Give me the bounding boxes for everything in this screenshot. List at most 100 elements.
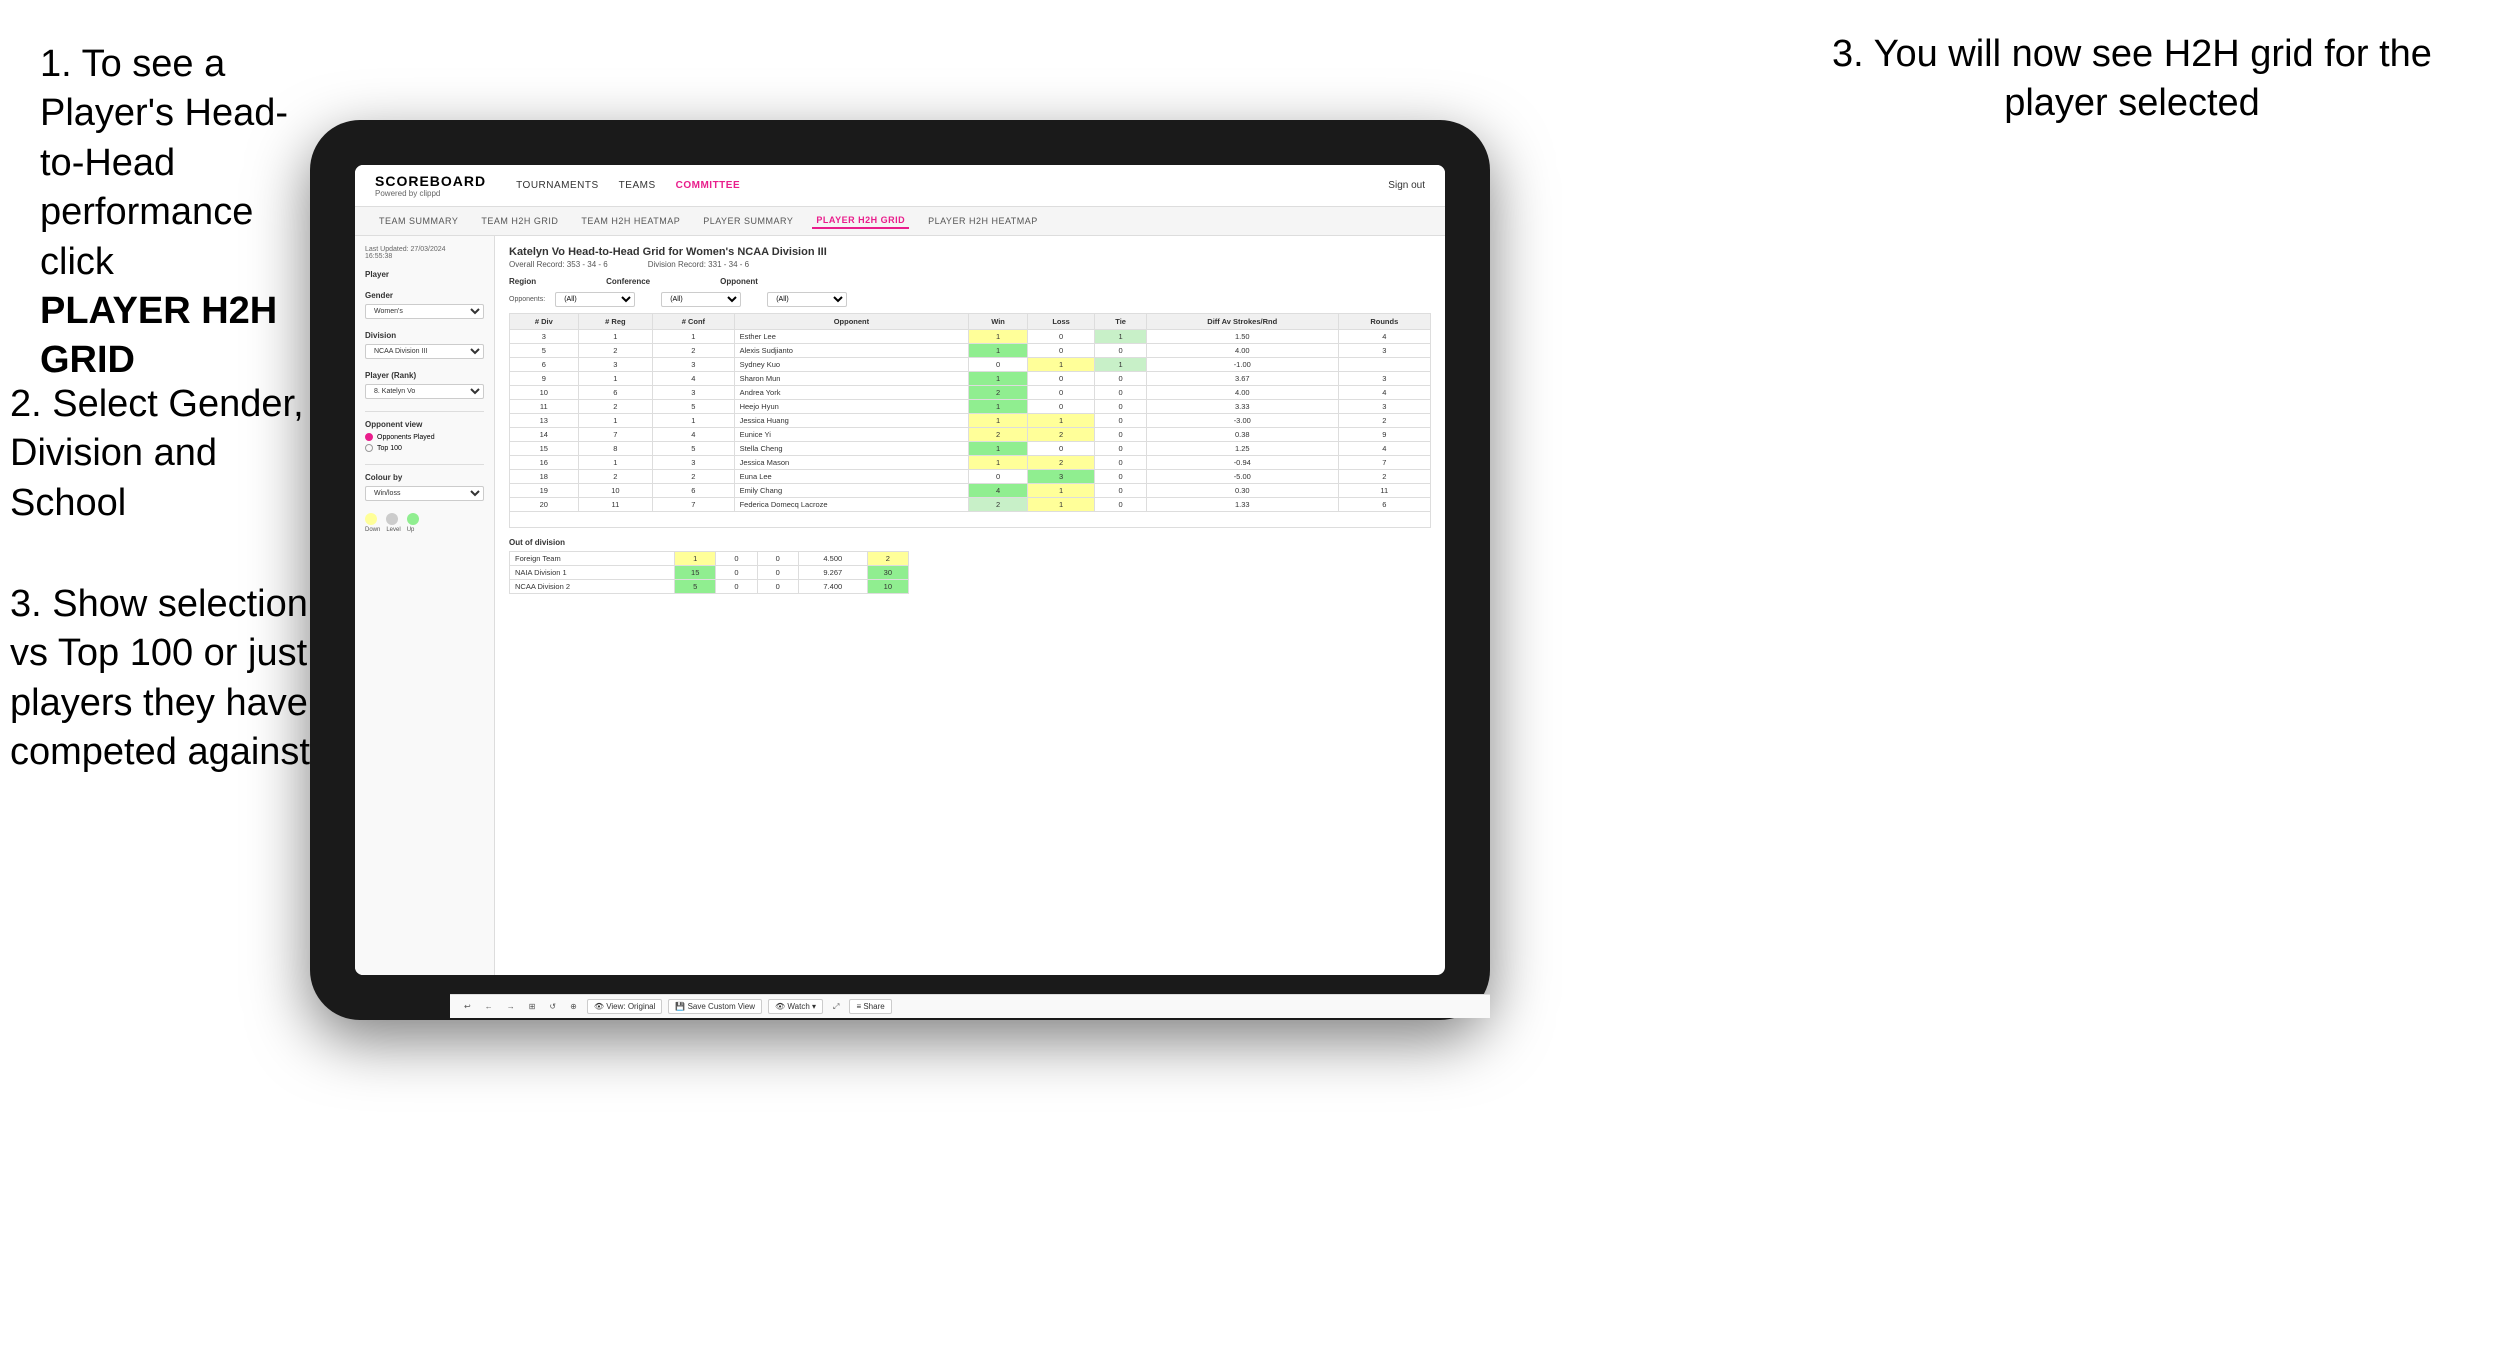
opponent-label: Opponent (720, 277, 758, 286)
instruction-step3-bottom: 3. Show selection vs Top 100 or just pla… (10, 580, 330, 778)
opponents-select-conference[interactable]: (All) (661, 292, 741, 307)
opponents-select-region[interactable]: (All) (555, 292, 635, 307)
table-row: 1822 Euna Lee 030 -5.002 (510, 470, 1431, 484)
legend-level: Level (386, 513, 400, 533)
out-of-division-table: Foreign Team 1 0 0 4.500 2 NAIA Division… (509, 551, 909, 594)
table-row: Foreign Team 1 0 0 4.500 2 (510, 552, 909, 566)
tablet-device: SCOREBOARD Powered by clippd TOURNAMENTS… (310, 120, 1490, 1020)
grid-subtitle: Overall Record: 353 - 34 - 6 Division Re… (509, 260, 1431, 269)
col-loss: Loss (1027, 314, 1095, 330)
opponents-select-opponent[interactable]: (All) (767, 292, 847, 307)
table-row: 522 Alexis Sudjianto 100 4.003 (510, 344, 1431, 358)
table-row: NAIA Division 1 15 0 0 9.267 30 (510, 566, 909, 580)
table-row-empty (510, 512, 1431, 528)
nav-committee[interactable]: COMMITTEE (676, 180, 741, 191)
legend-label-up: Up (407, 527, 419, 533)
conference-filter-group: Conference (606, 277, 650, 288)
navbar: SCOREBOARD Powered by clippd TOURNAMENTS… (355, 165, 1445, 207)
nav-teams[interactable]: TEAMS (619, 180, 656, 191)
main-content: Last Updated: 27/03/2024 16:55:38 Player… (355, 236, 1445, 975)
legend-dot-level (386, 513, 398, 525)
instruction-step1: 1. To see a Player's Head-to-Head perfor… (40, 40, 320, 386)
cell-div: 3 (510, 330, 579, 344)
timestamp: Last Updated: 27/03/2024 16:55:38 (365, 246, 484, 260)
step1-bold: PLAYER H2H GRID (40, 290, 277, 381)
legend-dot-down (365, 513, 377, 525)
table-row: 1585 Stella Cheng 100 1.254 (510, 442, 1431, 456)
cell-rounds: 4 (1338, 330, 1430, 344)
table-row: 1474 Eunice Yi 220 0.389 (510, 428, 1431, 442)
cell-loss: 0 (1027, 330, 1095, 344)
division-label: Division (365, 331, 484, 340)
step3-bottom-text: 3. Show selection vs Top 100 or just pla… (10, 580, 330, 778)
region-label: Region (509, 277, 536, 286)
player-label: Player (365, 270, 484, 279)
step3-top-text: 3. You will now see H2H grid for the pla… (1832, 30, 2432, 129)
colour-by-select[interactable]: Win/loss (365, 486, 484, 501)
step1-text: 1. To see a Player's Head-to-Head perfor… (40, 40, 320, 386)
division-section: Division NCAA Division III (365, 331, 484, 359)
step2-text: 2. Select Gender, Division and School (10, 380, 320, 528)
grid-title: Katelyn Vo Head-to-Head Grid for Women's… (509, 246, 1431, 258)
logo-subtext: Powered by clippd (375, 189, 486, 198)
region-filter-group: Region (509, 277, 536, 288)
divider-2 (365, 464, 484, 465)
logo-text: SCOREBOARD (375, 173, 486, 189)
opponent-view-label: Opponent view (365, 420, 484, 429)
table-row: 1613 Jessica Mason 120 -0.947 (510, 456, 1431, 470)
right-content: Katelyn Vo Head-to-Head Grid for Women's… (495, 236, 1445, 975)
radio-label-opponents: Opponents Played (377, 434, 435, 441)
table-row: NCAA Division 2 5 0 0 7.400 10 (510, 580, 909, 594)
subnav-team-h2h-heatmap[interactable]: TEAM H2H HEATMAP (577, 214, 684, 228)
gender-section: Gender Women's (365, 291, 484, 319)
nav-right: Sign out (1388, 180, 1425, 191)
table-row: 19106 Emily Chang 410 0.3011 (510, 484, 1431, 498)
colour-by-section: Colour by Win/loss (365, 473, 484, 501)
overall-record: Overall Record: 353 - 34 - 6 (509, 260, 608, 269)
col-rounds: Rounds (1338, 314, 1430, 330)
table-row: 3 1 1 Esther Lee 1 0 1 1.50 4 (510, 330, 1431, 344)
logo: SCOREBOARD Powered by clippd (375, 173, 486, 198)
opponent-filter-group: Opponent (720, 277, 758, 288)
nav-sign-out[interactable]: Sign out (1388, 180, 1425, 191)
gender-select[interactable]: Women's (365, 304, 484, 319)
subnav-team-summary[interactable]: TEAM SUMMARY (375, 214, 462, 228)
subnav-player-h2h-grid[interactable]: PLAYER H2H GRID (812, 213, 909, 229)
legend-label-level: Level (386, 527, 400, 533)
player-rank-label: Player (Rank) (365, 371, 484, 380)
radio-opponents-played[interactable]: Opponents Played (365, 433, 484, 441)
conference-label: Conference (606, 277, 650, 286)
table-row: 914 Sharon Mun 100 3.673 (510, 372, 1431, 386)
cell-win: 1 (969, 330, 1028, 344)
opponents-label: Opponents: (509, 296, 545, 303)
opponent-view-section: Opponent view Opponents Played Top 100 (365, 420, 484, 452)
player-rank-select[interactable]: 8. Katelyn Vo (365, 384, 484, 399)
subnav: TEAM SUMMARY TEAM H2H GRID TEAM H2H HEAT… (355, 207, 1445, 236)
col-reg: # Reg (578, 314, 653, 330)
division-select[interactable]: NCAA Division III (365, 344, 484, 359)
cell-opponent: Esther Lee (734, 330, 969, 344)
data-table: # Div # Reg # Conf Opponent Win Loss Tie… (509, 313, 1431, 528)
cell-tie: 1 (1095, 330, 1146, 344)
player-section: Player (365, 270, 484, 279)
subnav-player-summary[interactable]: PLAYER SUMMARY (699, 214, 797, 228)
legend-items: Down Level Up (365, 513, 484, 533)
gender-label: Gender (365, 291, 484, 300)
instruction-step3-top: 3. You will now see H2H grid for the pla… (1832, 30, 2432, 129)
subnav-player-h2h-heatmap[interactable]: PLAYER H2H HEATMAP (924, 214, 1042, 228)
radio-top100[interactable]: Top 100 (365, 444, 484, 452)
col-diff: Diff Av Strokes/Rnd (1146, 314, 1338, 330)
colour-by-label: Colour by (365, 473, 484, 482)
cell-reg: 1 (578, 330, 653, 344)
subnav-team-h2h-grid[interactable]: TEAM H2H GRID (477, 214, 562, 228)
table-row: 1063 Andrea York 200 4.004 (510, 386, 1431, 400)
legend-dot-up (407, 513, 419, 525)
filter-row-top: Region Conference Opponent (509, 277, 1431, 288)
col-div: # Div (510, 314, 579, 330)
legend-up: Up (407, 513, 419, 533)
nav-tournaments[interactable]: TOURNAMENTS (516, 180, 599, 191)
legend-label-down: Down (365, 527, 380, 533)
legend: Down Level Up (365, 513, 484, 533)
radio-dot-top100 (365, 444, 373, 452)
radio-dot-selected (365, 433, 373, 441)
